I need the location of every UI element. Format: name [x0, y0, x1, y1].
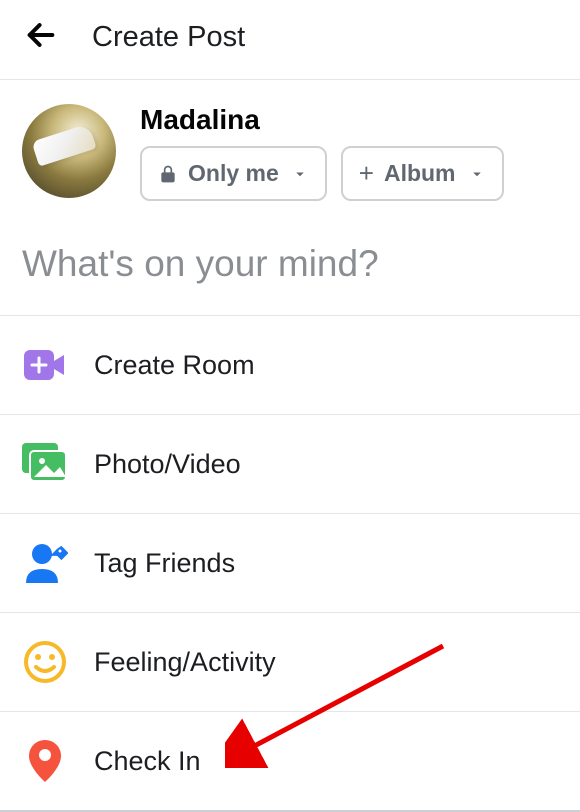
create-room-icon: [22, 342, 68, 388]
menu-label-photo-video: Photo/Video: [94, 449, 241, 480]
avatar[interactable]: [22, 104, 116, 198]
photo-video-icon: [22, 441, 68, 487]
chevron-down-icon: [291, 165, 309, 183]
back-button[interactable]: [20, 14, 62, 61]
privacy-selector[interactable]: Only me: [140, 146, 327, 201]
user-info: Madalina Only me + Album: [140, 104, 504, 201]
album-label: Album: [384, 160, 456, 187]
page-title: Create Post: [92, 21, 245, 54]
menu-photo-video[interactable]: Photo/Video: [0, 415, 580, 514]
check-in-icon: [22, 738, 68, 784]
menu-check-in[interactable]: Check In: [0, 712, 580, 812]
composer-placeholder: What's on your mind?: [22, 243, 558, 285]
post-composer[interactable]: What's on your mind?: [0, 219, 580, 316]
menu-label-feeling-activity: Feeling/Activity: [94, 647, 276, 678]
header-bar: Create Post: [0, 0, 580, 80]
menu-label-check-in: Check In: [94, 746, 201, 777]
tag-friends-icon: [22, 540, 68, 586]
album-selector[interactable]: + Album: [341, 146, 504, 201]
menu-label-tag-friends: Tag Friends: [94, 548, 235, 579]
privacy-label: Only me: [188, 160, 279, 187]
menu-label-create-room: Create Room: [94, 350, 255, 381]
arrow-left-icon: [24, 18, 58, 52]
menu-tag-friends[interactable]: Tag Friends: [0, 514, 580, 613]
plus-icon: +: [359, 158, 374, 189]
menu-feeling-activity[interactable]: Feeling/Activity: [0, 613, 580, 712]
feeling-activity-icon: [22, 639, 68, 685]
lock-icon: [158, 164, 178, 184]
chevron-down-icon: [468, 165, 486, 183]
menu-create-room[interactable]: Create Room: [0, 316, 580, 415]
privacy-controls: Only me + Album: [140, 146, 504, 201]
user-section: Madalina Only me + Album: [0, 80, 580, 219]
user-name: Madalina: [140, 104, 504, 136]
